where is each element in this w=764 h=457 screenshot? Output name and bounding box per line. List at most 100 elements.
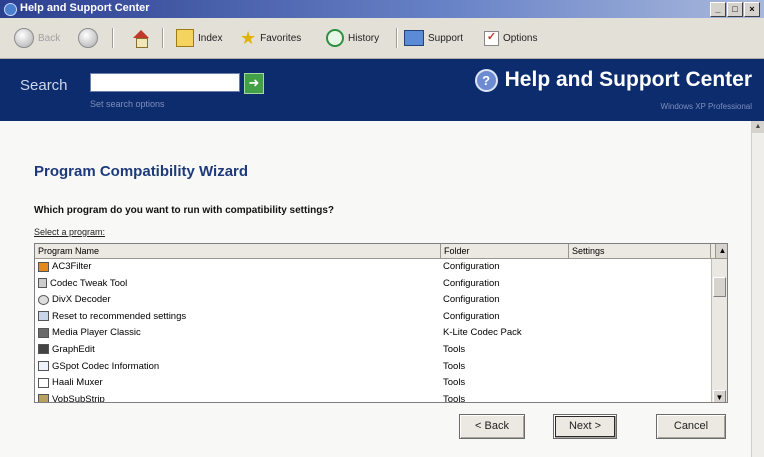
- help-center-heading: ? Help and Support Center: [474, 68, 752, 92]
- program-row[interactable]: VobSubStrip Tools: [35, 392, 711, 403]
- select-program-label: Select a program:: [34, 227, 106, 237]
- program-folder: Tools: [443, 377, 466, 389]
- search-options-link[interactable]: Set search options: [90, 99, 165, 109]
- program-name-cell: Media Player Classic: [38, 327, 141, 338]
- next-button[interactable]: Next >: [553, 414, 617, 439]
- header-band: Search ➜ Set search options ? Help and S…: [0, 59, 764, 121]
- program-name-cell: AC3Filter: [38, 261, 92, 272]
- index-label: Index: [198, 32, 223, 44]
- program-name: AC3Filter: [52, 261, 92, 272]
- forward-nav-button[interactable]: [78, 28, 98, 48]
- forward-arrow-icon: [78, 28, 98, 48]
- program-row[interactable]: Reset to recommended settings Configurati…: [35, 309, 711, 326]
- program-row[interactable]: Media Player Classic K-Lite Codec Pack: [35, 325, 711, 342]
- options-check-icon: ✓: [484, 30, 499, 46]
- column-header-folder[interactable]: Folder: [441, 244, 569, 258]
- program-list[interactable]: Program Name Folder Settings ▲ AC3Filter…: [34, 243, 728, 403]
- close-button[interactable]: ×: [744, 2, 760, 17]
- column-header-settings[interactable]: Settings: [569, 244, 711, 258]
- program-name: Codec Tweak Tool: [50, 277, 128, 289]
- cancel-button[interactable]: Cancel: [656, 414, 726, 439]
- program-name: GSpot Codec Information: [52, 360, 160, 372]
- maximize-button[interactable]: □: [727, 2, 743, 17]
- search-go-button[interactable]: ➜: [244, 73, 264, 94]
- edition-label: Windows XP Professional: [660, 102, 752, 111]
- program-name-cell: Codec Tweak Tool: [38, 278, 127, 289]
- program-folder: K-Lite Codec Pack: [443, 327, 522, 339]
- help-center-title: Help and Support Center: [504, 68, 752, 91]
- program-folder: Tools: [443, 360, 466, 372]
- scrollbar-thumb[interactable]: [713, 277, 726, 297]
- search-input[interactable]: [90, 73, 240, 92]
- back-arrow-icon: [14, 28, 34, 48]
- document-icon: [38, 361, 49, 372]
- program-row[interactable]: AC3Filter Configuration: [35, 259, 711, 276]
- program-name-cell: Haali Muxer: [38, 377, 103, 388]
- scroll-up-icon[interactable]: ▲: [752, 121, 764, 133]
- program-name: Reset to recommended settings: [52, 310, 187, 322]
- favorites-label: Favorites: [260, 32, 302, 44]
- history-icon: [326, 29, 344, 47]
- window-controls: _ □ ×: [710, 2, 760, 17]
- page-scrollbar[interactable]: ▲: [751, 121, 764, 457]
- program-row[interactable]: GraphEdit Tools: [35, 342, 711, 359]
- support-button[interactable]: Support: [404, 28, 463, 48]
- back-nav-label: Back: [38, 32, 61, 44]
- program-row[interactable]: DivX Decoder Configuration: [35, 292, 711, 309]
- content-pane: ▲ Program Compatibility Wizard Which pro…: [0, 121, 764, 457]
- column-header-program-name[interactable]: Program Name: [35, 244, 441, 258]
- monitor-icon: [38, 311, 49, 322]
- support-label: Support: [428, 32, 464, 44]
- toolbar: Back Index ★ Favorites History Support ✓…: [0, 18, 764, 59]
- media-player-icon: [38, 327, 49, 338]
- history-button[interactable]: History: [326, 28, 379, 48]
- index-icon: [176, 29, 194, 47]
- index-button[interactable]: Index: [176, 28, 222, 48]
- favorites-button[interactable]: ★ Favorites: [240, 28, 301, 48]
- minimize-button[interactable]: _: [710, 2, 726, 17]
- program-name-cell: Reset to recommended settings: [38, 311, 186, 322]
- program-name-cell: DivX Decoder: [38, 294, 111, 305]
- program-folder: Configuration: [443, 277, 500, 289]
- history-label: History: [348, 32, 380, 44]
- program-name: Haali Muxer: [52, 377, 103, 389]
- program-row[interactable]: Haali Muxer Tools: [35, 375, 711, 392]
- help-center-icon: [4, 3, 17, 16]
- program-name: GraphEdit: [52, 343, 95, 355]
- toolbar-separator: [112, 28, 114, 48]
- program-row[interactable]: Codec Tweak Tool Configuration: [35, 276, 711, 293]
- page-title: Program Compatibility Wizard: [34, 163, 249, 180]
- program-folder: Configuration: [443, 261, 500, 272]
- program-name: Media Player Classic: [52, 327, 141, 339]
- disc-icon: [38, 294, 49, 305]
- graphedit-icon: [38, 344, 49, 355]
- program-name: VobSubStrip: [52, 393, 105, 403]
- program-name-cell: VobSubStrip: [38, 393, 105, 403]
- list-scrollbar[interactable]: ▼: [711, 259, 727, 402]
- program-row[interactable]: GSpot Codec Information Tools: [35, 359, 711, 376]
- back-button[interactable]: < Back: [459, 414, 525, 439]
- program-name-cell: GSpot Codec Information: [38, 361, 159, 372]
- program-folder: Tools: [443, 393, 466, 403]
- arrow-right-icon: ➜: [248, 75, 260, 90]
- options-label: Options: [503, 32, 538, 44]
- window-title: Help and Support Center: [20, 2, 150, 14]
- tool-icon: [38, 278, 47, 289]
- favorites-star-icon: ★: [240, 28, 257, 48]
- scroll-up-arrow-icon[interactable]: ▲: [715, 244, 727, 258]
- home-button[interactable]: [132, 28, 150, 48]
- program-folder: Configuration: [443, 294, 500, 306]
- support-icon: [404, 30, 424, 46]
- window-icon: [38, 377, 49, 388]
- program-folder: Tools: [443, 343, 466, 355]
- column-headers: Program Name Folder Settings ▲: [35, 244, 727, 259]
- program-rows: AC3Filter Configuration Codec Tweak Tool Co…: [35, 259, 711, 403]
- toolbar-separator: [396, 28, 398, 48]
- toolbar-separator: [162, 28, 164, 48]
- options-button[interactable]: ✓ Options: [484, 28, 537, 48]
- program-name-cell: GraphEdit: [38, 344, 95, 355]
- scroll-down-arrow-icon[interactable]: ▼: [713, 390, 726, 402]
- back-nav-button[interactable]: Back: [14, 28, 60, 48]
- program-name: DivX Decoder: [52, 294, 111, 306]
- title-bar: Help and Support Center _ □ ×: [0, 0, 764, 18]
